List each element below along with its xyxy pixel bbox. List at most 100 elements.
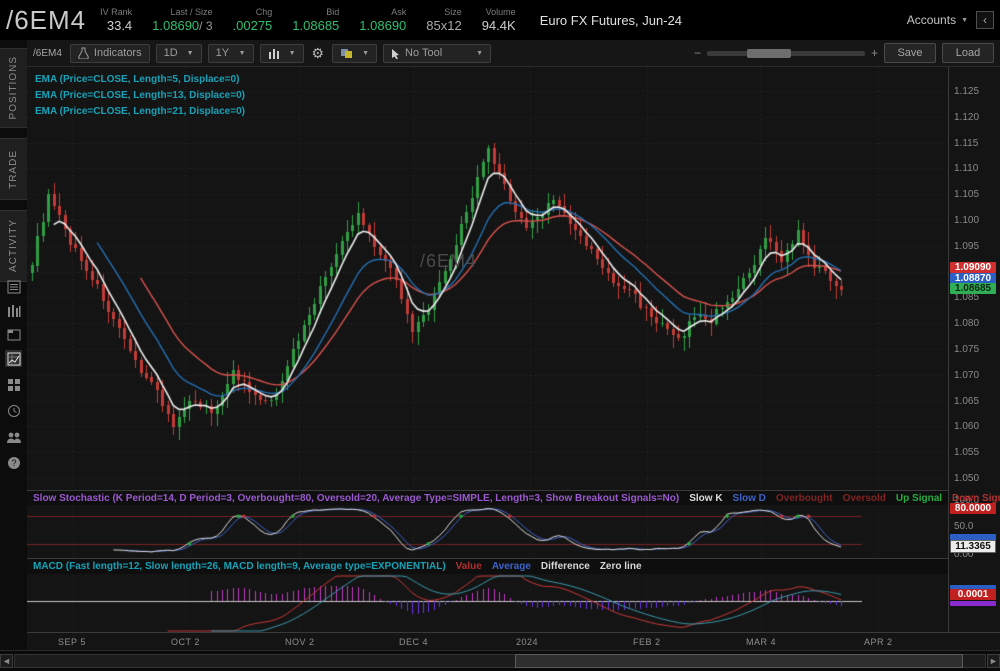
price-tick-label: 1.110: [954, 163, 978, 174]
price-tick-label: 1.050: [954, 473, 979, 484]
users-icon[interactable]: [5, 428, 22, 445]
ema13-label[interactable]: EMA (Price=CLOSE, Length=13, Displace=0): [35, 88, 245, 104]
tool-label: No Tool: [405, 47, 467, 59]
time-tick-label: OCT 2: [171, 637, 200, 647]
watchlist-icon[interactable]: [5, 278, 22, 295]
ema21-label[interactable]: EMA (Price=CLOSE, Length=21, Displace=0): [35, 104, 245, 120]
stat-last-size: Last / Size 1.08690 / 3: [152, 7, 212, 34]
price-tick-label: 1.100: [954, 215, 979, 226]
bars-icon: [268, 48, 280, 59]
price-badge: 1.08685: [950, 283, 996, 294]
range-dropdown[interactable]: 1Y ▼: [208, 44, 254, 63]
stochastic-panel[interactable]: Slow Stochastic (K Period=14, D Period=3…: [27, 490, 948, 558]
chart-type-dropdown[interactable]: ▼: [260, 44, 304, 63]
stat-label: Last / Size: [170, 7, 212, 18]
zoom-slider-thumb[interactable]: [747, 49, 791, 58]
chart-scrollbar[interactable]: ◄ ►: [0, 650, 1000, 671]
stat-value: 94.4K: [482, 18, 516, 34]
stat-value: 33.4: [107, 18, 132, 34]
stat-label: Chg: [256, 7, 273, 18]
time-tick-label: NOV 2: [285, 637, 315, 647]
sidebar-tab-trade[interactable]: TRADE: [0, 138, 27, 200]
grid-icon[interactable]: [5, 376, 22, 393]
compare-dropdown[interactable]: ▼: [332, 44, 377, 63]
zoom-in-button[interactable]: +: [871, 46, 878, 60]
svg-text:?: ?: [11, 458, 16, 468]
sidebar-tab-activity[interactable]: ACTIVITY: [0, 210, 27, 282]
scroll-right-icon[interactable]: ►: [987, 654, 1000, 668]
chevron-down-icon: ▼: [476, 50, 483, 57]
sidebar-tab-positions[interactable]: POSITIONS: [0, 48, 27, 128]
legend-value[interactable]: Value: [456, 561, 482, 572]
stat-label: IV Rank: [100, 7, 132, 18]
chart-watermark: /6EM4: [420, 251, 580, 272]
save-button[interactable]: Save: [884, 43, 936, 63]
tool-dropdown[interactable]: No Tool ▼: [383, 44, 491, 63]
stat-label: Size: [444, 7, 462, 18]
trading-app: /6EM4 IV Rank 33.4 Last / Size 1.08690 /…: [0, 0, 1000, 671]
macd-header: MACD (Fast length=12, Slow length=26, MA…: [27, 559, 948, 574]
clock-icon[interactable]: [5, 402, 22, 419]
range-value: 1Y: [216, 47, 229, 59]
accounts-label: Accounts: [907, 13, 956, 27]
stochastic-label[interactable]: Slow Stochastic (K Period=14, D Period=3…: [33, 493, 679, 504]
load-button[interactable]: Load: [942, 43, 994, 63]
macd-value-badge: 0.0001: [950, 589, 996, 600]
stoch-tick-label: 50.0: [954, 521, 973, 532]
study-labels: EMA (Price=CLOSE, Length=5, Displace=0) …: [35, 72, 245, 120]
gear-icon[interactable]: ⚙: [310, 45, 327, 62]
legend-slow-d[interactable]: Slow D: [733, 493, 766, 504]
price-badge: 1.09090: [950, 262, 996, 273]
chevron-down-icon: ▼: [362, 50, 369, 57]
price-chart[interactable]: /6EM4 EMA (Price=CLOSE, Length=5, Displa…: [27, 67, 948, 490]
legend-oversold[interactable]: Oversold: [843, 493, 886, 504]
price-tick-label: 1.080: [954, 318, 979, 329]
stat-value: 1.08690: [359, 18, 406, 34]
price-axis[interactable]: 1.1251.1201.1151.1101.1051.1001.0951.090…: [948, 67, 1000, 632]
stat-label: Bid: [326, 7, 339, 18]
overbought-badge: 80.0000: [950, 503, 996, 514]
legend-up-signal[interactable]: Up Signal: [896, 493, 942, 504]
tab-label: POSITIONS: [8, 56, 19, 119]
cursor-icon: [391, 48, 400, 59]
time-axis[interactable]: SEP 5OCT 2NOV 2DEC 42024FEB 2MAR 4APR 2: [27, 632, 1000, 650]
tab-label: ACTIVITY: [8, 219, 19, 272]
instrument-description: Euro FX Futures, Jun-24: [540, 13, 682, 28]
macd-panel[interactable]: MACD (Fast length=12, Slow length=26, MA…: [27, 558, 948, 632]
collapse-panel-button[interactable]: ‹: [976, 11, 994, 29]
candlestick-canvas[interactable]: [27, 67, 948, 490]
scroll-left-icon[interactable]: ◄: [0, 654, 13, 668]
zoom-slider[interactable]: [707, 51, 865, 56]
time-tick-label: SEP 5: [58, 637, 86, 647]
stat-size: Size 85x12: [426, 7, 461, 34]
chart-symbol-label: /6EM4: [33, 48, 62, 59]
zoom-out-button[interactable]: −: [694, 46, 701, 60]
stat-value: 85x12: [426, 18, 461, 34]
columns-icon[interactable]: [5, 302, 22, 319]
window-icon[interactable]: [5, 326, 22, 343]
chart-icon[interactable]: [5, 350, 22, 367]
price-tick-label: 1.075: [954, 344, 979, 355]
chevron-down-icon: ▼: [239, 50, 246, 57]
ema5-label[interactable]: EMA (Price=CLOSE, Length=5, Displace=0): [35, 72, 245, 88]
legend-overbought[interactable]: Overbought: [776, 493, 833, 504]
legend-difference[interactable]: Difference: [541, 561, 590, 572]
price-tick-label: 1.070: [954, 370, 979, 381]
time-tick-label: FEB 2: [633, 637, 661, 647]
chart-toolbar: /6EM4 Indicators 1D ▼ 1Y ▼ ▼ ⚙ ▼ No Tool…: [27, 40, 1000, 67]
legend-slow-k[interactable]: Slow K: [689, 493, 722, 504]
time-tick-label: DEC 4: [399, 637, 428, 647]
price-tick-label: 1.095: [954, 241, 979, 252]
legend-average[interactable]: Average: [492, 561, 531, 572]
symbol-title: /6EM4: [0, 5, 100, 36]
macd-label[interactable]: MACD (Fast length=12, Slow length=26, MA…: [33, 561, 446, 572]
help-icon[interactable]: ?: [5, 454, 22, 471]
accounts-dropdown[interactable]: Accounts ▼: [907, 13, 968, 27]
legend-down-signal[interactable]: Down Signal: [952, 493, 1000, 504]
scrollbar-thumb[interactable]: [515, 654, 963, 668]
legend-zero-line[interactable]: Zero line: [600, 561, 642, 572]
chevron-down-icon: ▼: [961, 17, 968, 24]
timeframe-dropdown[interactable]: 1D ▼: [156, 44, 202, 63]
stat-value: 1.08690: [152, 18, 199, 34]
indicators-button[interactable]: Indicators: [70, 44, 150, 63]
